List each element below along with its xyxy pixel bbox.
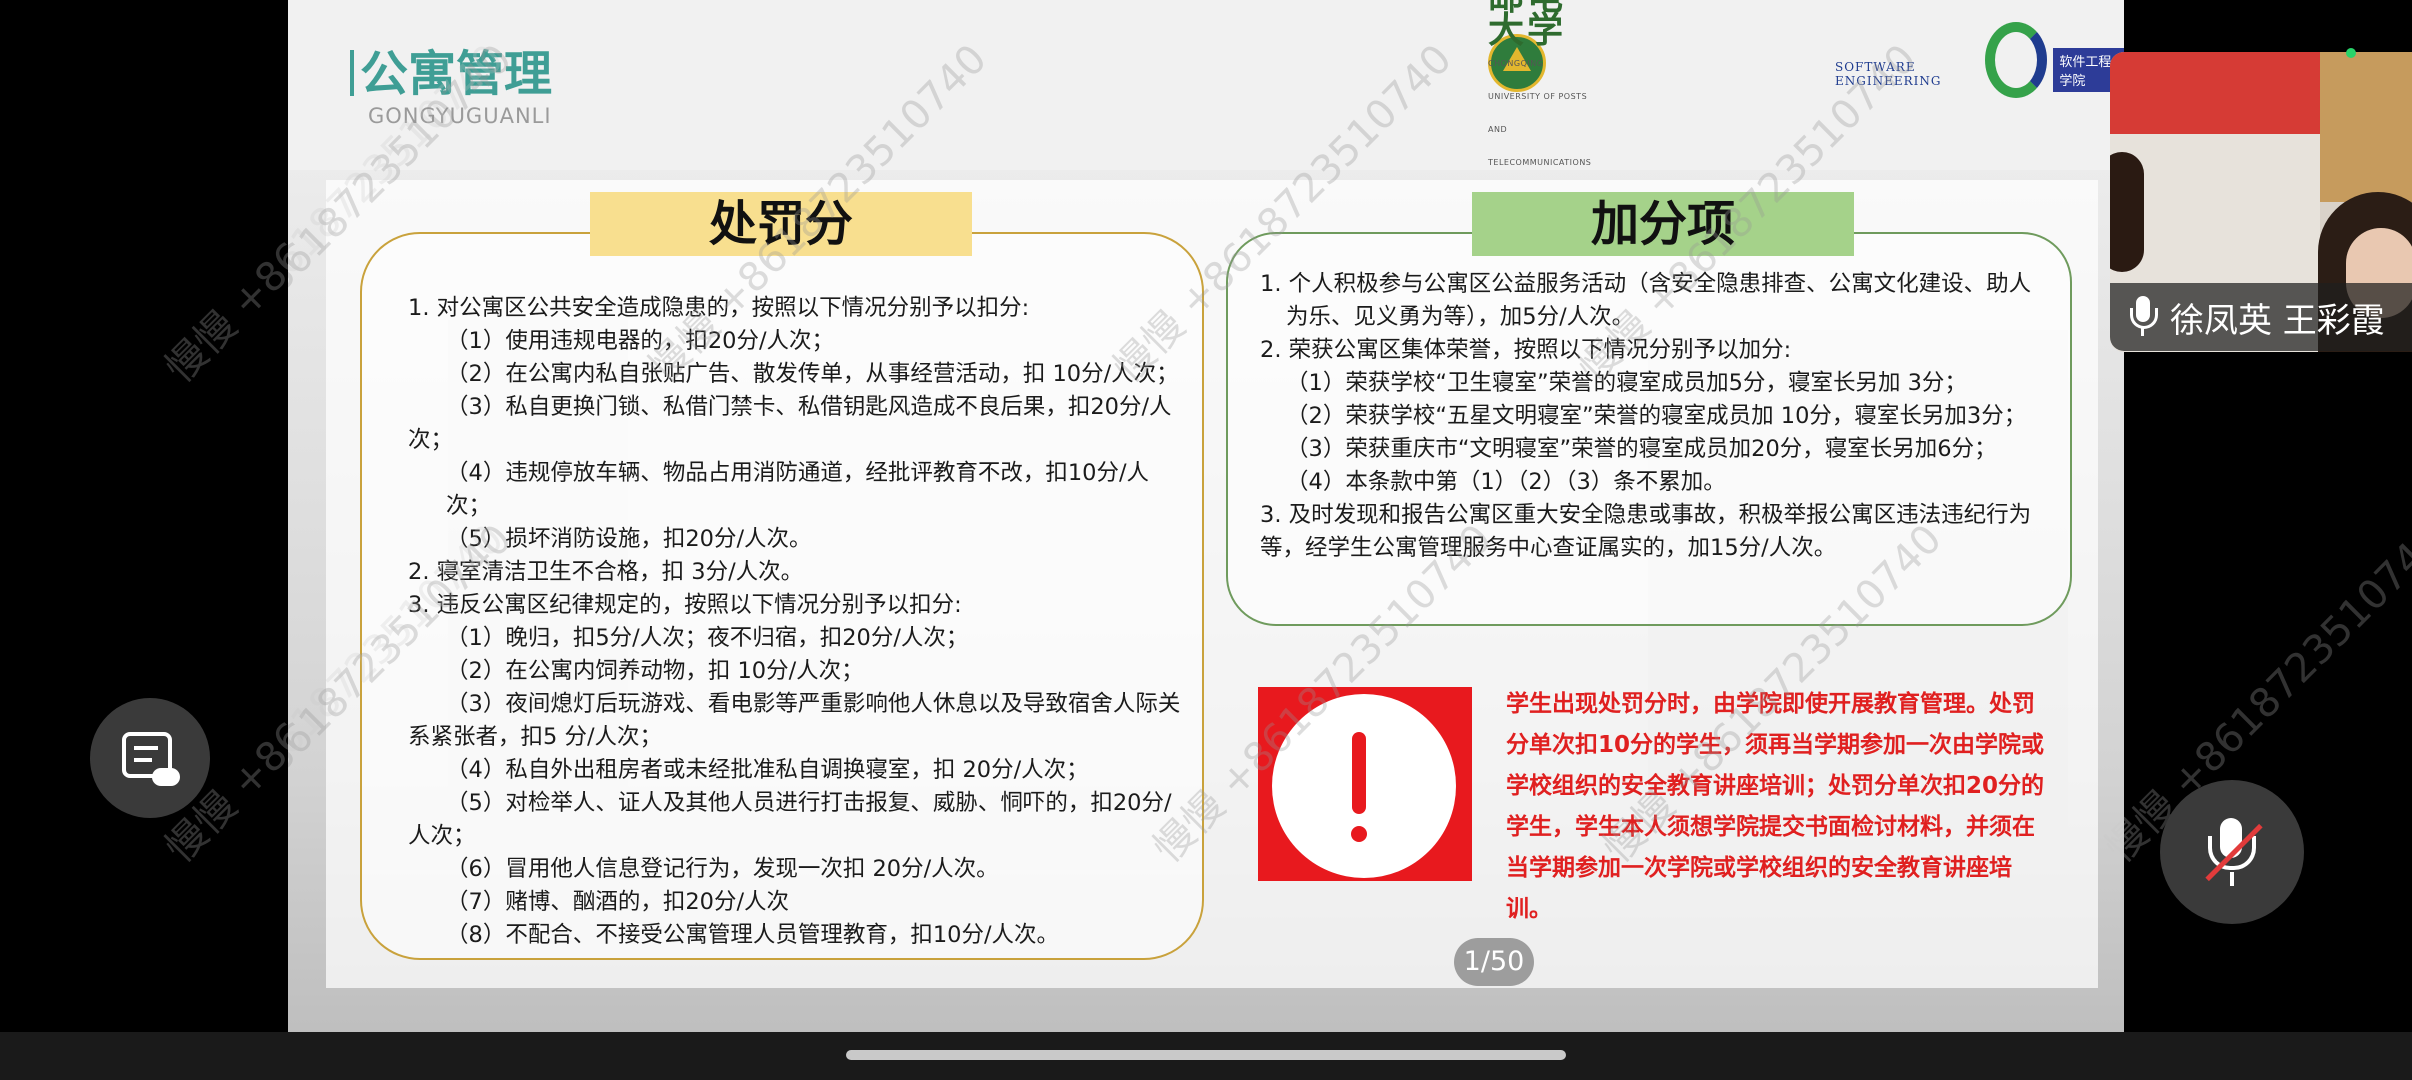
penalty-line: （1）使用违规电器的，扣20分/人次； bbox=[446, 328, 835, 354]
penalty-line: （4）违规停放车辆、物品占用消防通道，经批评教育不改，扣10分/人次； bbox=[446, 460, 1150, 519]
university-logo: 重庆邮电大学 CHONGQING UNIVERSITY OF POSTS AND… bbox=[1488, 0, 1591, 167]
penalty-line: （4）私自外出租房者或未经批准私自调换寝室，扣 20分/人次； bbox=[446, 757, 1089, 783]
participant-names: 徐凤英 王彩霞 bbox=[2170, 300, 2385, 341]
penalty-line: （5）损坏消防设施，扣20分/人次。 bbox=[446, 526, 812, 552]
page-counter[interactable]: 1/50 bbox=[1454, 938, 1534, 986]
bonus-line: （3）荣获重庆市“文明寝室”荣誉的寝室成员加20分，寝室长另加6分； bbox=[1286, 436, 1997, 462]
penalty-line: （1）晚归，扣5分/人次；夜不归宿，扣20分/人次； bbox=[446, 625, 969, 651]
penalty-line: （5）对检举人、证人及其他人员进行打击报复、威胁、恫吓的，扣20分/人次； bbox=[408, 790, 1172, 849]
penalty-line: （7）赌博、酗酒的，扣20分/人次 bbox=[446, 889, 790, 915]
participant-name-bar: 徐凤英 王彩霞 bbox=[2110, 283, 2412, 351]
university-name-cn: 重庆邮电大学 bbox=[1488, 0, 1567, 51]
mute-button[interactable] bbox=[2160, 780, 2304, 924]
notes-button[interactable] bbox=[90, 698, 210, 818]
presentation-slide: 公寓管理 GONGYUGUANLI 重庆邮电大学 CHONGQING UNIVE… bbox=[288, 0, 2124, 1032]
mic-icon bbox=[2130, 296, 2158, 338]
penalty-line: （3）私自更换门锁、私借门禁卡、私借钥匙风造成不良后果，扣20分/人次； bbox=[408, 394, 1172, 453]
bonus-line: （4）本条款中第（1）（2）（3）条不累加。 bbox=[1286, 469, 1726, 495]
penalty-line: （2）在公寓内饲养动物，扣 10分/人次； bbox=[446, 658, 864, 684]
penalty-line: 2. 寝室清洁卫生不合格，扣 3分/人次。 bbox=[408, 559, 804, 585]
home-indicator[interactable] bbox=[846, 1050, 1566, 1060]
bonus-line: （2）荣获学校“五星文明寝室”荣誉的寝室成员加 10分，寝室长另加3分； bbox=[1286, 403, 2027, 429]
penalty-line: 1. 对公寓区公共安全造成隐患的，按照以下情况分别予以扣分: bbox=[408, 295, 1030, 321]
university-name-en: CHONGQING UNIVERSITY OF POSTS AND TELECO… bbox=[1488, 58, 1592, 167]
title-accent-bar bbox=[350, 50, 354, 96]
penalty-line: （6）冒用他人信息登记行为，发现一次扣 20分/人次。 bbox=[446, 856, 999, 882]
department-swirl-icon bbox=[1985, 22, 2048, 98]
penalty-line: （8）不配合、不接受公寓管理人员管理教育，扣10分/人次。 bbox=[446, 922, 1060, 948]
status-dot bbox=[2346, 48, 2356, 58]
bonus-title: 加分项 bbox=[1472, 192, 1854, 256]
penalty-rules: 1. 对公寓区公共安全造成隐患的，按照以下情况分别予以扣分: （1）使用违规电器… bbox=[408, 292, 1188, 952]
penalty-line: （2）在公寓内私自张贴广告、散发传单，从事经营活动，扣 10分/人次； bbox=[446, 361, 1179, 387]
penalty-line: 3. 违反公寓区纪律规定的，按照以下情况分别予以扣分: bbox=[408, 592, 962, 618]
bonus-line: （1）荣获学校“卫生寝室”荣誉的寝室成员加5分，寝室长另加 3分； bbox=[1286, 370, 1967, 396]
penalty-line: （3）夜间熄灯后玩游戏、看电影等严重影响他人休息以及导致宿舍人际关系紧张者，扣5… bbox=[408, 691, 1181, 750]
